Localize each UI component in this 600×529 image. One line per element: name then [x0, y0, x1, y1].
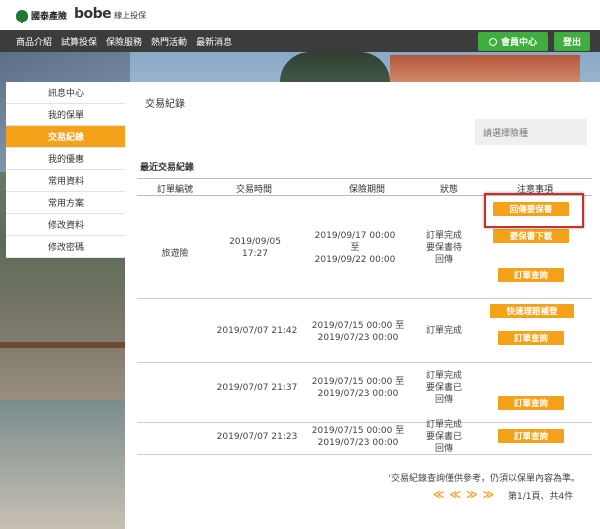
disclaimer-note: '交易紀錄查詢僅供參考，仍須以保單內容為準。	[388, 474, 580, 484]
row1-time: 2019/09/05 17:27	[229, 237, 281, 259]
next-page-icon[interactable]: ≫	[466, 488, 478, 501]
col-order: 訂單編號	[156, 185, 193, 195]
nav-item-products[interactable]: 商品介紹	[16, 35, 52, 48]
row3-status: 訂單完成 要保書已回傳	[425, 371, 462, 405]
pagination: ≪ ≪ ≫ ≫	[433, 488, 499, 501]
col-period: 保險期間	[348, 185, 385, 195]
row3-time: 2019/07/07 21:37	[216, 383, 298, 393]
row1-period-start: 2019/09/17 00:00	[314, 231, 396, 241]
row2-period-end: 2019/07/23 00:00	[317, 333, 399, 343]
prev-page-icon[interactable]: ≪	[450, 488, 462, 501]
row2-order-query-button[interactable]: 訂單查詢	[498, 331, 564, 345]
last-page-icon[interactable]: ≫	[483, 488, 495, 501]
tree-logo-icon	[16, 9, 28, 23]
row-divider	[137, 454, 592, 455]
row1-period-sep: 至	[350, 243, 360, 253]
bobe-logo-text: bobe	[74, 6, 112, 22]
row3-order-query-button[interactable]: 訂單查詢	[498, 396, 564, 410]
insurance-type-select[interactable]: 請選擇險種	[475, 119, 587, 145]
row3-period-end: 2019/07/23 00:00	[317, 389, 399, 399]
member-center-label: 會員中心	[500, 38, 537, 48]
sidebar-item-messages[interactable]: 訊息中心	[6, 82, 126, 104]
brand-bar: 國泰產險 bobe 線上投保	[0, 0, 600, 30]
main-panel: 交易紀錄 請選擇險種 最近交易紀錄 訂單編號 交易時間 保險期間 狀態 注意事項…	[125, 82, 600, 529]
row4-time: 2019/07/07 21:23	[216, 432, 298, 442]
background-roof	[390, 55, 580, 83]
sidebar-item-offers[interactable]: 我的優惠	[6, 148, 126, 170]
background-lake	[0, 400, 130, 529]
background-trees	[280, 52, 390, 82]
row-divider	[137, 298, 592, 299]
sidebar-item-edit-profile[interactable]: 修改資料	[6, 214, 126, 236]
nav-item-events[interactable]: 熱門活動	[151, 35, 187, 48]
sidebar-item-frequent-plans[interactable]: 常用方案	[6, 192, 126, 214]
page-info: 第1/1頁、共4件	[508, 492, 574, 502]
background-pier	[0, 342, 130, 348]
company-logo[interactable]: 國泰產險	[16, 9, 68, 23]
row2-status: 訂單完成	[425, 326, 462, 336]
row-divider	[137, 362, 592, 363]
logout-button[interactable]: 登出	[554, 32, 590, 51]
row4-status: 訂單完成 要保書已回傳	[425, 420, 462, 454]
row2-period-start: 2019/07/15 00:00 至	[311, 321, 405, 331]
member-center-button[interactable]: 會員中心	[478, 32, 548, 51]
nav-item-news[interactable]: 最新消息	[196, 35, 232, 48]
row1-status: 訂單完成 要保書待回傳	[425, 231, 462, 265]
row4-order-query-button[interactable]: 訂單查詢	[498, 429, 564, 443]
row1-period-end: 2019/09/22 00:00	[314, 255, 396, 265]
sidebar-item-frequent-data[interactable]: 常用資料	[6, 170, 126, 192]
user-icon	[488, 37, 497, 46]
section-title: 最近交易紀錄	[140, 163, 195, 173]
bobe-logo[interactable]: bobe 線上投保	[74, 6, 146, 22]
sidebar: 訊息中心 我的保單 交易紀錄 我的優惠 常用資料 常用方案 修改資料 修改密碼	[6, 82, 126, 258]
sidebar-item-transactions[interactable]: 交易紀錄	[6, 126, 126, 148]
row1-order-query-button[interactable]: 訂單查詢	[498, 268, 564, 282]
row4-period-end: 2019/07/23 00:00	[317, 438, 399, 448]
highlight-box	[484, 193, 584, 228]
row3-period-start: 2019/07/15 00:00 至	[311, 377, 405, 387]
row-divider	[137, 422, 592, 423]
company-name: 國泰產險	[31, 12, 68, 22]
nav-item-services[interactable]: 保險服務	[106, 35, 142, 48]
page-title: 交易紀錄	[145, 99, 185, 110]
row2-time: 2019/07/07 21:42	[216, 326, 298, 336]
col-time: 交易時間	[235, 185, 272, 195]
first-page-icon[interactable]: ≪	[433, 488, 445, 501]
sidebar-item-change-password[interactable]: 修改密碼	[6, 236, 126, 258]
col-status: 狀態	[439, 185, 458, 195]
row1-order: 旅遊險	[161, 249, 189, 259]
quick-claim-button[interactable]: 快速理賠補登	[490, 304, 574, 318]
sidebar-item-policies[interactable]: 我的保單	[6, 104, 126, 126]
row4-period-start: 2019/07/15 00:00 至	[311, 426, 405, 436]
download-proposal-button[interactable]: 要保書下載	[493, 229, 569, 243]
nav-item-quote[interactable]: 試算投保	[61, 35, 97, 48]
bobe-logo-sub: 線上投保	[114, 11, 147, 20]
